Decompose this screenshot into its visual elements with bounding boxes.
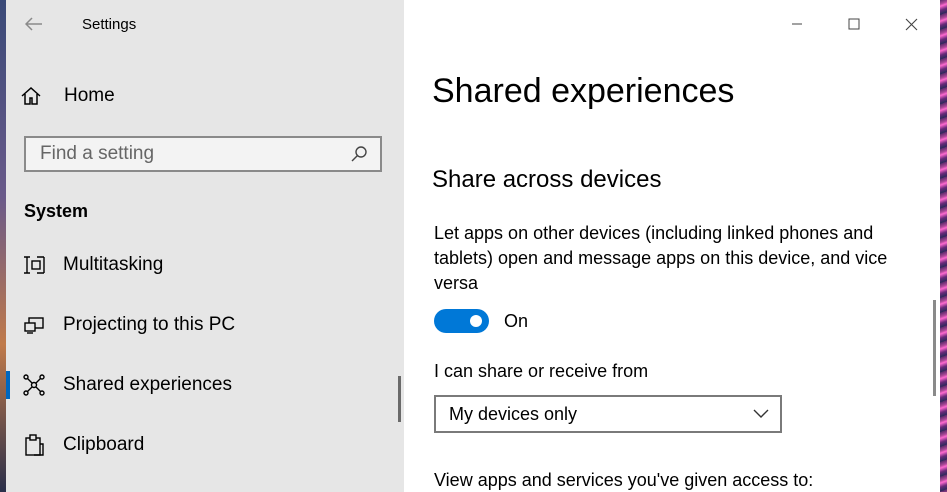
clipboard-icon bbox=[22, 433, 46, 457]
page-title: Shared experiences bbox=[432, 72, 735, 110]
home-nav-item[interactable]: Home bbox=[20, 80, 390, 112]
section-title: Share across devices bbox=[432, 166, 662, 193]
back-arrow-icon bbox=[25, 17, 42, 31]
toggle-knob bbox=[470, 315, 482, 327]
close-button[interactable] bbox=[894, 8, 928, 40]
sidebar-item-label: Clipboard bbox=[63, 434, 145, 455]
main-scrollbar[interactable] bbox=[933, 300, 936, 396]
minimize-icon bbox=[792, 23, 802, 25]
home-label: Home bbox=[64, 85, 115, 106]
multitasking-icon bbox=[22, 253, 46, 277]
dropdown-selected-value: My devices only bbox=[449, 403, 578, 424]
chevron-down-icon bbox=[752, 405, 770, 423]
share-receive-label: I can share or receive from bbox=[434, 361, 649, 381]
share-receive-dropdown[interactable]: My devices only bbox=[434, 395, 782, 433]
app-title: Settings bbox=[82, 16, 137, 33]
sidebar-item-shared-experiences[interactable]: Shared experiences bbox=[6, 363, 404, 407]
sidebar-scrollbar[interactable] bbox=[398, 376, 401, 422]
back-button[interactable] bbox=[20, 12, 48, 36]
section-heading-system: System bbox=[24, 201, 89, 221]
projecting-icon bbox=[22, 313, 46, 337]
share-across-devices-toggle[interactable] bbox=[434, 309, 489, 333]
desktop-background-right bbox=[940, 0, 947, 492]
main-content: Shared experiences Share across devices … bbox=[404, 0, 940, 492]
share-toggle-row: On bbox=[434, 308, 528, 334]
maximize-icon bbox=[848, 18, 860, 30]
sidebar: Settings Home System Multitasking bbox=[6, 0, 404, 492]
sidebar-item-projecting[interactable]: Projecting to this PC bbox=[6, 303, 404, 347]
sidebar-item-label: Multitasking bbox=[63, 254, 164, 275]
setting-description: Let apps on other devices (including lin… bbox=[434, 223, 888, 293]
sidebar-item-label: Projecting to this PC bbox=[63, 314, 236, 335]
sidebar-item-multitasking[interactable]: Multitasking bbox=[6, 243, 404, 287]
shared-experiences-icon bbox=[22, 373, 46, 397]
toggle-state-label: On bbox=[504, 310, 529, 331]
search-input[interactable] bbox=[26, 142, 342, 166]
search-icon[interactable] bbox=[348, 143, 370, 165]
maximize-button[interactable] bbox=[837, 8, 871, 40]
home-icon bbox=[21, 86, 41, 105]
apps-access-label: View apps and services you've given acce… bbox=[434, 470, 814, 490]
close-icon bbox=[905, 18, 917, 30]
search-box[interactable] bbox=[24, 136, 382, 172]
sidebar-item-label: Shared experiences bbox=[63, 374, 232, 395]
sidebar-item-clipboard[interactable]: Clipboard bbox=[6, 423, 404, 467]
minimize-button[interactable] bbox=[780, 8, 814, 40]
